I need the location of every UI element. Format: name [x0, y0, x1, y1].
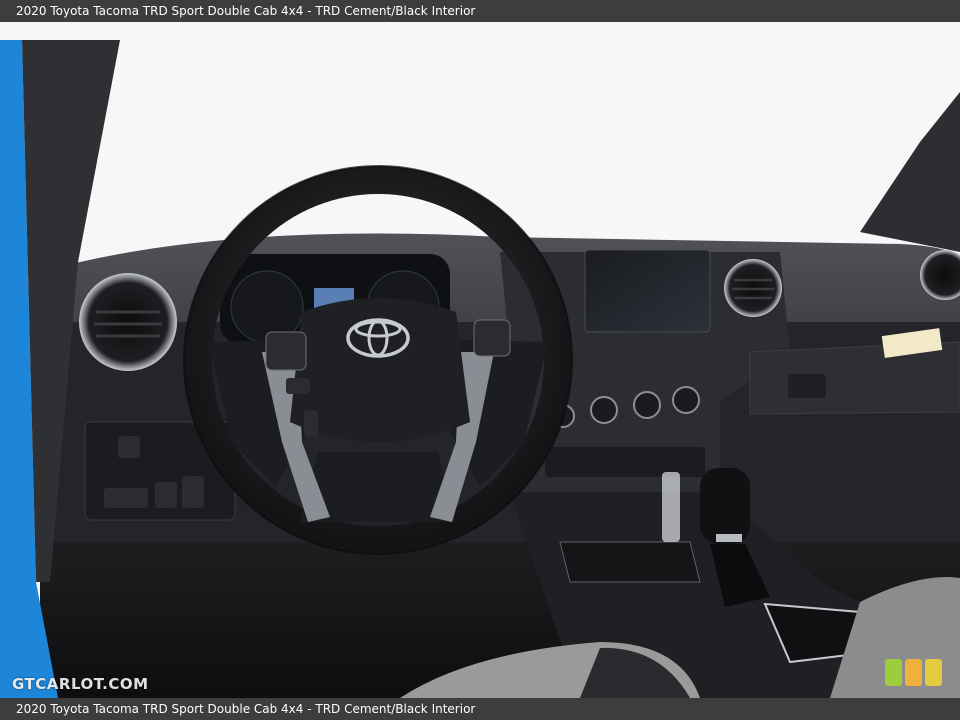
interior-photo: [0, 22, 960, 698]
infotainment-screen: [584, 249, 711, 333]
badge-group: [885, 659, 942, 686]
badge-yellow: [925, 659, 942, 686]
glove-box-handle: [788, 374, 826, 398]
watermark-logo: GTCARLOT.COM: [12, 675, 149, 693]
caption-top: 2020 Toyota Tacoma TRD Sport Double Cab …: [0, 0, 960, 22]
badge-green: [885, 659, 902, 686]
steering-control-pad-right: [473, 319, 511, 357]
steering-control-pad-left: [265, 331, 307, 371]
badge-orange: [905, 659, 922, 686]
caption-bottom: 2020 Toyota Tacoma TRD Sport Double Cab …: [0, 698, 960, 720]
left-air-vent: [79, 273, 177, 371]
